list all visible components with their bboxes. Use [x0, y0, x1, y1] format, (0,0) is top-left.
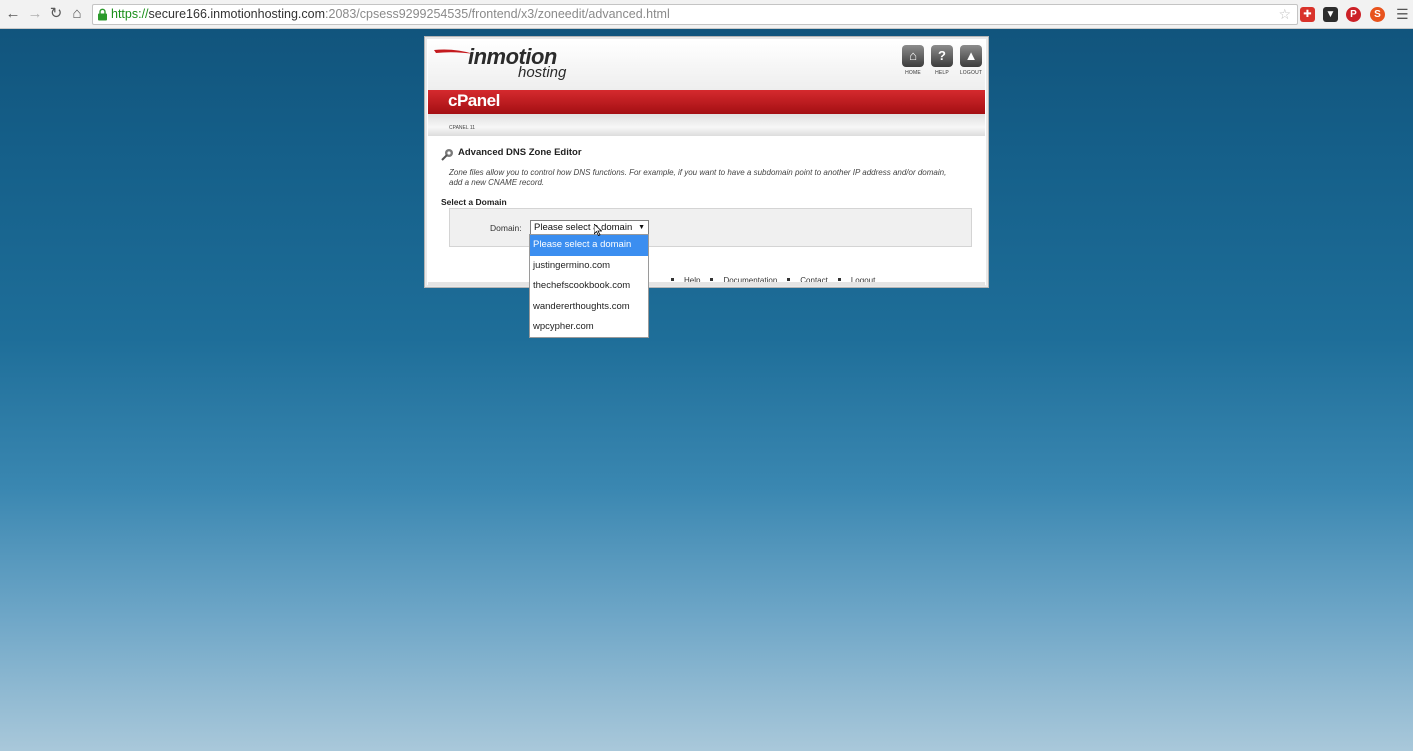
url-path: :2083/cpsess9299254535/frontend/x3/zonee… [325, 7, 670, 21]
help-button[interactable]: ? HELP [930, 45, 954, 76]
bookmark-star-icon[interactable]: ☆ [1278, 5, 1291, 24]
question-icon: ? [931, 45, 953, 67]
url-scheme: https:// [111, 7, 149, 21]
browser-menu-icon[interactable]: ☰ [1396, 6, 1409, 22]
domain-select[interactable]: Please select a domain ▼ [530, 220, 649, 235]
logout-icon: ▲ [960, 45, 982, 67]
url-text: https://secure166.inmotionhosting.com:20… [111, 5, 670, 24]
url-host: secure166.inmotionhosting.com [148, 7, 326, 21]
home-button[interactable]: ⌂ HOME [901, 45, 925, 76]
browser-toolbar: ← → ↻ ⌂ https://secure166.inmotionhostin… [0, 0, 1413, 29]
domain-option[interactable]: justingermino.com [530, 256, 648, 277]
home-label: HOME [905, 70, 921, 76]
dns-zone-icon [441, 149, 453, 161]
footer-separator [671, 278, 674, 281]
mouse-cursor-icon [594, 224, 602, 236]
footer-separator [837, 278, 841, 281]
section-title: Select a Domain [441, 197, 507, 207]
footer-separator [787, 278, 791, 281]
page-title: Advanced DNS Zone Editor [458, 147, 582, 158]
logout-button[interactable]: ▲ LOGOUT [959, 45, 983, 76]
stumbleupon-icon[interactable]: S [1370, 7, 1385, 22]
extension-red-icon[interactable]: ✚ [1300, 7, 1315, 22]
domain-label: Domain: [490, 223, 522, 233]
cpanel-title-bar: cPanel [428, 90, 985, 114]
reload-icon[interactable]: ↻ [47, 5, 65, 23]
domain-option[interactable]: wpcypher.com [530, 317, 648, 338]
dropdown-arrow-icon: ▼ [638, 224, 645, 231]
extension-shield-icon[interactable]: ▼ [1323, 7, 1338, 22]
app-title: cPanel [448, 91, 500, 110]
home-icon[interactable]: ⌂ [68, 5, 86, 23]
domain-option[interactable]: thechefscookbook.com [530, 276, 648, 297]
address-bar[interactable]: https://secure166.inmotionhosting.com:20… [92, 4, 1298, 25]
pinterest-icon[interactable]: P [1346, 7, 1361, 22]
version-label: CPANEL 11 [449, 125, 476, 131]
house-icon: ⌂ [902, 45, 924, 67]
domain-select-panel [449, 208, 972, 247]
forward-arrow-icon[interactable]: → [26, 5, 44, 23]
logo-hosting: hosting [518, 64, 567, 81]
cpanel-window: inmotion hosting ⌂ HOME ? HELP ▲ LOGOUT … [424, 36, 989, 288]
domain-option[interactable]: wandererthoughts.com [530, 297, 648, 318]
version-bar: CPANEL 11 [428, 114, 985, 136]
footer-separator [710, 278, 714, 281]
help-label: HELP [935, 70, 949, 76]
domain-option[interactable]: Please select a domain [530, 235, 648, 256]
cpanel-bottom-bar [428, 282, 985, 286]
domain-select-value: Please select a domain [534, 222, 633, 233]
logout-label: LOGOUT [959, 70, 983, 76]
lock-icon [98, 8, 107, 21]
intro-text: Zone files allow you to control how DNS … [449, 168, 947, 187]
domain-dropdown-list: Please select a domain justingermino.com… [529, 234, 649, 338]
back-arrow-icon[interactable]: ← [4, 5, 22, 23]
cpanel-header: inmotion hosting ⌂ HOME ? HELP ▲ LOGOUT [428, 40, 985, 90]
